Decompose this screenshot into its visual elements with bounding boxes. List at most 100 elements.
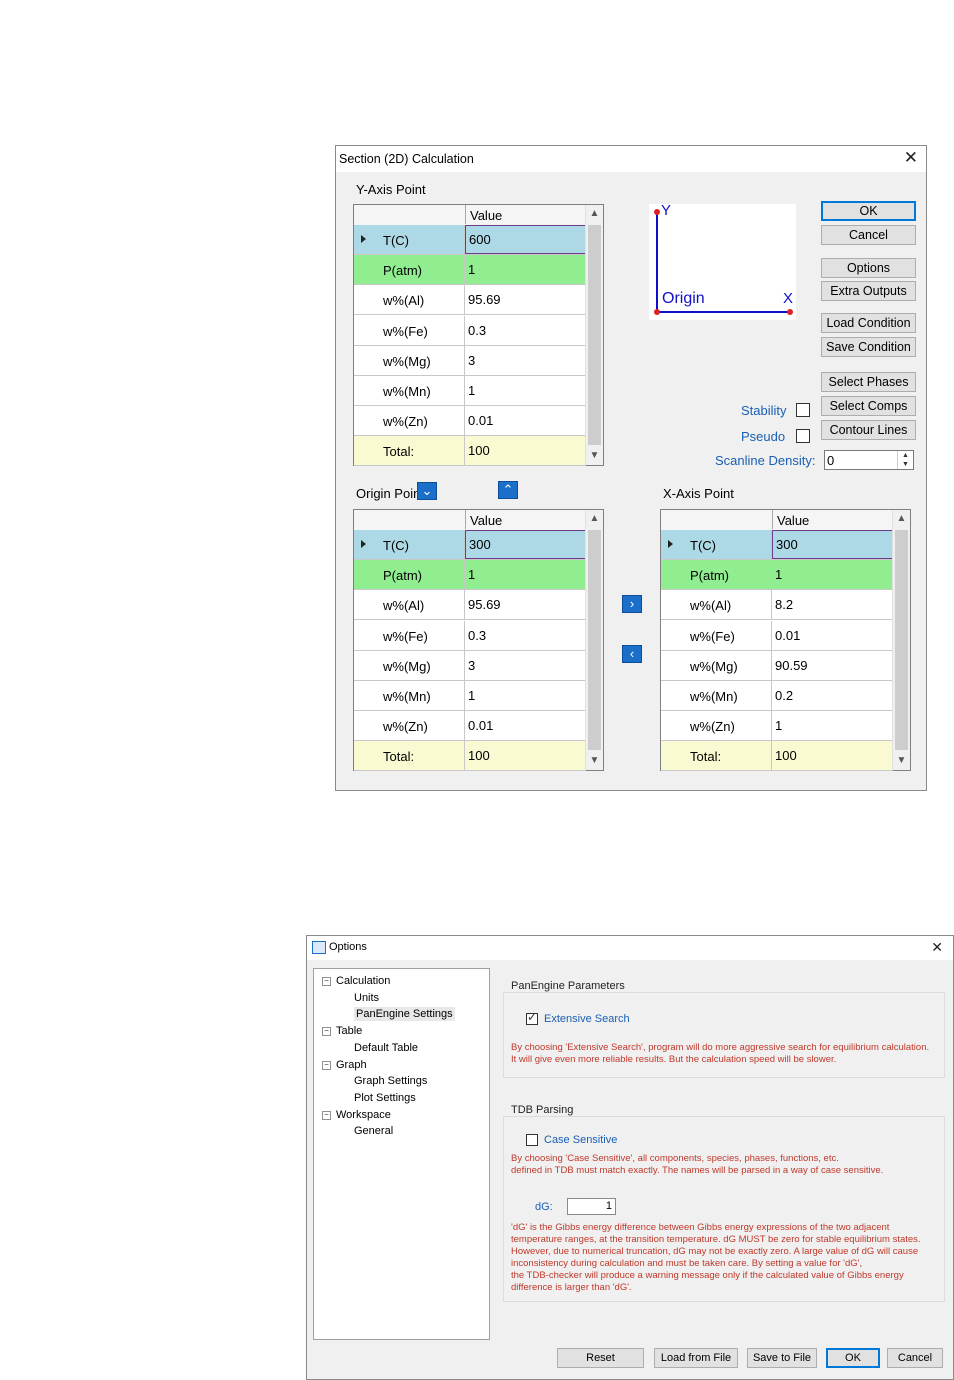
table-row[interactable]: w%(Fe) 0.3 (354, 315, 586, 346)
row-value[interactable]: 1 (465, 681, 586, 710)
scanline-density-input[interactable]: 0 ▲ ▼ (824, 450, 914, 470)
row-value[interactable]: 90.59 (772, 651, 893, 680)
table-row[interactable]: w%(Zn) 0.01 (354, 711, 586, 742)
scroll-thumb[interactable] (588, 530, 601, 750)
ok-button[interactable]: OK (826, 1348, 880, 1368)
row-value[interactable]: 1 (465, 255, 586, 285)
extensive-search-checkbox[interactable] (526, 1010, 538, 1025)
row-value[interactable]: 0.01 (465, 711, 586, 740)
extra-outputs-button[interactable]: Extra Outputs (821, 281, 916, 301)
row-value[interactable]: 95.69 (465, 590, 586, 619)
row-value[interactable]: 100 (465, 436, 586, 466)
reset-button[interactable]: Reset (557, 1348, 644, 1368)
table-row[interactable]: Total: 100 (354, 436, 586, 467)
copy-down-icon[interactable]: ⌄ (417, 482, 437, 500)
row-value[interactable]: 1 (465, 560, 586, 590)
save-condition-button[interactable]: Save Condition (821, 337, 916, 357)
collapse-icon[interactable]: − (322, 1110, 331, 1120)
cancel-button[interactable]: Cancel (887, 1348, 943, 1368)
x-axis-grid[interactable]: Value T(C) 300 P(atm) 1 w%(Al) 8.2 w%(Fe) 0.01 w%… (660, 509, 911, 772)
collapse-icon[interactable]: − (322, 1060, 331, 1070)
table-row[interactable]: w%(Fe) 0.01 (661, 620, 893, 651)
tree-item[interactable]: Table (336, 1024, 362, 1038)
options-tree[interactable]: − Calculation Units PanEngine Settings − Tabl… (313, 968, 490, 1340)
copy-left-icon[interactable]: ‹ (622, 645, 642, 663)
tree-item[interactable]: Graph (336, 1058, 367, 1072)
vertical-scrollbar[interactable]: ▲ ▼ (892, 510, 910, 770)
ok-button[interactable]: OK (821, 201, 916, 221)
close-icon[interactable]: ✕ (931, 939, 943, 956)
close-icon[interactable]: ✕ (904, 148, 918, 168)
copy-right-icon[interactable]: › (622, 595, 642, 613)
table-row[interactable]: w%(Mg) 90.59 (661, 650, 893, 681)
row-value[interactable]: 0.3 (465, 316, 586, 345)
row-value[interactable]: 100 (772, 741, 893, 771)
table-row[interactable]: w%(Zn) 1 (661, 711, 893, 742)
row-value[interactable]: 0.2 (772, 681, 893, 710)
tree-item[interactable]: Units (354, 991, 379, 1005)
scroll-up-icon[interactable]: ▲ (586, 205, 603, 223)
select-phases-button[interactable]: Select Phases (821, 372, 916, 392)
row-value[interactable]: 1 (465, 376, 586, 405)
table-row[interactable]: w%(Mn) 1 (354, 681, 586, 711)
select-comps-button[interactable]: Select Comps (821, 396, 916, 416)
origin-grid[interactable]: Value T(C) 300 P(atm) 1 w%(Al) 95.69 w%(Fe) 0.3 w… (353, 509, 604, 772)
tree-item[interactable]: General (354, 1124, 393, 1138)
vertical-scrollbar[interactable]: ▲ ▼ (585, 205, 603, 465)
table-row[interactable]: P(atm) 1 (661, 560, 893, 591)
save-to-file-button[interactable]: Save to File (747, 1348, 817, 1368)
tree-item[interactable]: Workspace (336, 1108, 391, 1122)
scroll-down-icon[interactable]: ▼ (586, 447, 603, 465)
table-row[interactable]: Total: 100 (354, 741, 586, 772)
scroll-down-icon[interactable]: ▼ (586, 752, 603, 770)
dg-input[interactable]: 1 (567, 1198, 616, 1215)
y-axis-grid[interactable]: Value T(C) 600 P(atm) 1 w%(Al) 95.69 w%(Fe) 0.3 w… (353, 204, 604, 467)
pseudo-checkbox[interactable] (796, 429, 810, 443)
tree-item[interactable]: Graph Settings (354, 1074, 427, 1088)
scroll-up-icon[interactable]: ▲ (586, 510, 603, 528)
row-value[interactable]: 1 (772, 711, 893, 740)
table-row[interactable]: T(C) 600 (354, 225, 586, 255)
row-value[interactable]: 300 (465, 530, 586, 559)
table-row[interactable]: w%(Mn) 0.2 (661, 681, 893, 711)
row-value[interactable]: 0.01 (772, 621, 893, 650)
case-sensitive-checkbox[interactable] (526, 1134, 538, 1146)
row-value[interactable]: 8.2 (772, 590, 893, 619)
row-value[interactable]: 1 (772, 560, 893, 590)
scroll-up-icon[interactable]: ▲ (893, 510, 910, 528)
table-row[interactable]: Total: 100 (661, 741, 893, 772)
table-row[interactable]: P(atm) 1 (354, 255, 586, 286)
table-row[interactable]: T(C) 300 (354, 530, 586, 560)
row-value[interactable]: 0.3 (465, 621, 586, 650)
table-row[interactable]: w%(Mg) 3 (354, 650, 586, 681)
tree-item[interactable]: Plot Settings (354, 1091, 416, 1105)
stability-checkbox[interactable] (796, 403, 810, 417)
table-row[interactable]: w%(Mn) 1 (354, 376, 586, 406)
spinner-arrows-icon[interactable]: ▲ ▼ (897, 451, 913, 469)
scroll-thumb[interactable] (588, 225, 601, 445)
collapse-icon[interactable]: − (322, 977, 331, 986)
table-row[interactable]: w%(Al) 95.69 (354, 285, 586, 316)
table-row[interactable]: w%(Mg) 3 (354, 345, 586, 376)
row-value[interactable]: 600 (465, 225, 586, 254)
tree-item[interactable]: PanEngine Settings (354, 1007, 455, 1022)
row-value[interactable]: 95.69 (465, 285, 586, 314)
copy-up-icon[interactable]: ⌃ (498, 481, 518, 499)
row-value[interactable]: 3 (465, 651, 586, 680)
row-value[interactable]: 0.01 (465, 406, 586, 435)
row-value[interactable]: 100 (465, 741, 586, 771)
scroll-thumb[interactable] (895, 530, 908, 750)
load-condition-button[interactable]: Load Condition (821, 313, 916, 333)
table-row[interactable]: w%(Al) 95.69 (354, 590, 586, 621)
tree-item[interactable]: Default Table (354, 1041, 418, 1055)
scroll-down-icon[interactable]: ▼ (893, 752, 910, 770)
table-row[interactable]: w%(Zn) 0.01 (354, 406, 586, 437)
collapse-icon[interactable]: − (322, 1027, 331, 1037)
tree-item[interactable]: Calculation (336, 974, 390, 988)
row-value[interactable]: 3 (465, 346, 586, 375)
cancel-button[interactable]: Cancel (821, 225, 916, 245)
table-row[interactable]: T(C) 300 (661, 530, 893, 560)
vertical-scrollbar[interactable]: ▲ ▼ (585, 510, 603, 770)
contour-lines-button[interactable]: Contour Lines (821, 420, 916, 440)
load-from-file-button[interactable]: Load from File (654, 1348, 738, 1368)
